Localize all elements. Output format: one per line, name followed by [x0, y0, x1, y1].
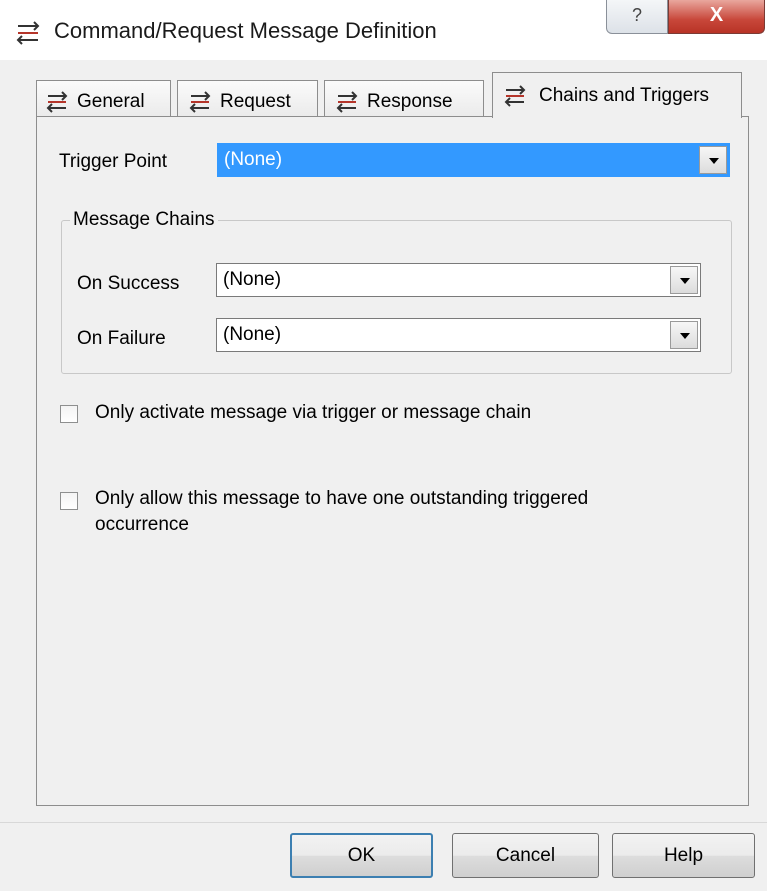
chevron-down-icon[interactable] — [699, 146, 727, 174]
tab-request[interactable]: Request — [177, 80, 318, 120]
tab-response-label: Response — [367, 91, 453, 112]
close-button[interactable]: X — [668, 0, 765, 34]
tab-request-label: Request — [220, 91, 291, 112]
only-activate-label: Only activate message via trigger or mes… — [95, 402, 532, 423]
dialog-body: General Request Response Chains and Trig… — [0, 60, 767, 891]
on-success-dropdown[interactable]: (None) — [216, 263, 701, 297]
trigger-point-label: Trigger Point — [59, 151, 168, 172]
on-success-label: On Success — [77, 273, 180, 294]
chains-and-triggers-panel: Trigger Point (None) Message Chains On S… — [36, 116, 749, 806]
chevron-down-icon[interactable] — [670, 321, 698, 349]
trigger-point-dropdown[interactable]: (None) — [217, 143, 730, 177]
one-outstanding-checkbox[interactable] — [60, 492, 78, 510]
on-success-value: (None) — [223, 269, 282, 290]
message-chains-group: Message Chains On Success (None) On Fail… — [61, 209, 732, 374]
on-failure-label: On Failure — [77, 328, 166, 349]
window-title: Command/Request Message Definition — [54, 18, 437, 43]
footer-divider — [0, 822, 767, 823]
tab-general[interactable]: General — [36, 80, 171, 120]
window-controls: ? X — [606, 0, 765, 38]
on-failure-dropdown[interactable]: (None) — [216, 318, 701, 352]
context-help-button[interactable]: ? — [606, 0, 668, 34]
tab-chains-and-triggers[interactable]: Chains and Triggers — [492, 72, 742, 118]
trigger-point-value: (None) — [224, 149, 283, 170]
one-outstanding-label: Only allow this message to have one outs… — [95, 488, 589, 535]
message-arrows-icon — [336, 91, 358, 113]
message-chains-title: Message Chains — [70, 209, 218, 231]
cancel-button[interactable]: Cancel — [452, 833, 599, 878]
help-button[interactable]: Help — [612, 833, 755, 878]
title-bar: Command/Request Message Definition ? X — [0, 0, 767, 60]
message-arrows-icon — [16, 21, 40, 45]
message-arrows-icon — [46, 91, 68, 113]
only-activate-checkbox[interactable] — [60, 405, 78, 423]
tab-response[interactable]: Response — [324, 80, 484, 120]
ok-button[interactable]: OK — [290, 833, 433, 878]
chevron-down-icon[interactable] — [670, 266, 698, 294]
on-failure-value: (None) — [223, 324, 282, 345]
message-arrows-icon — [504, 85, 526, 107]
tab-general-label: General — [77, 91, 145, 112]
tab-chains-and-triggers-label: Chains and Triggers — [539, 85, 710, 106]
message-arrows-icon — [189, 91, 211, 113]
